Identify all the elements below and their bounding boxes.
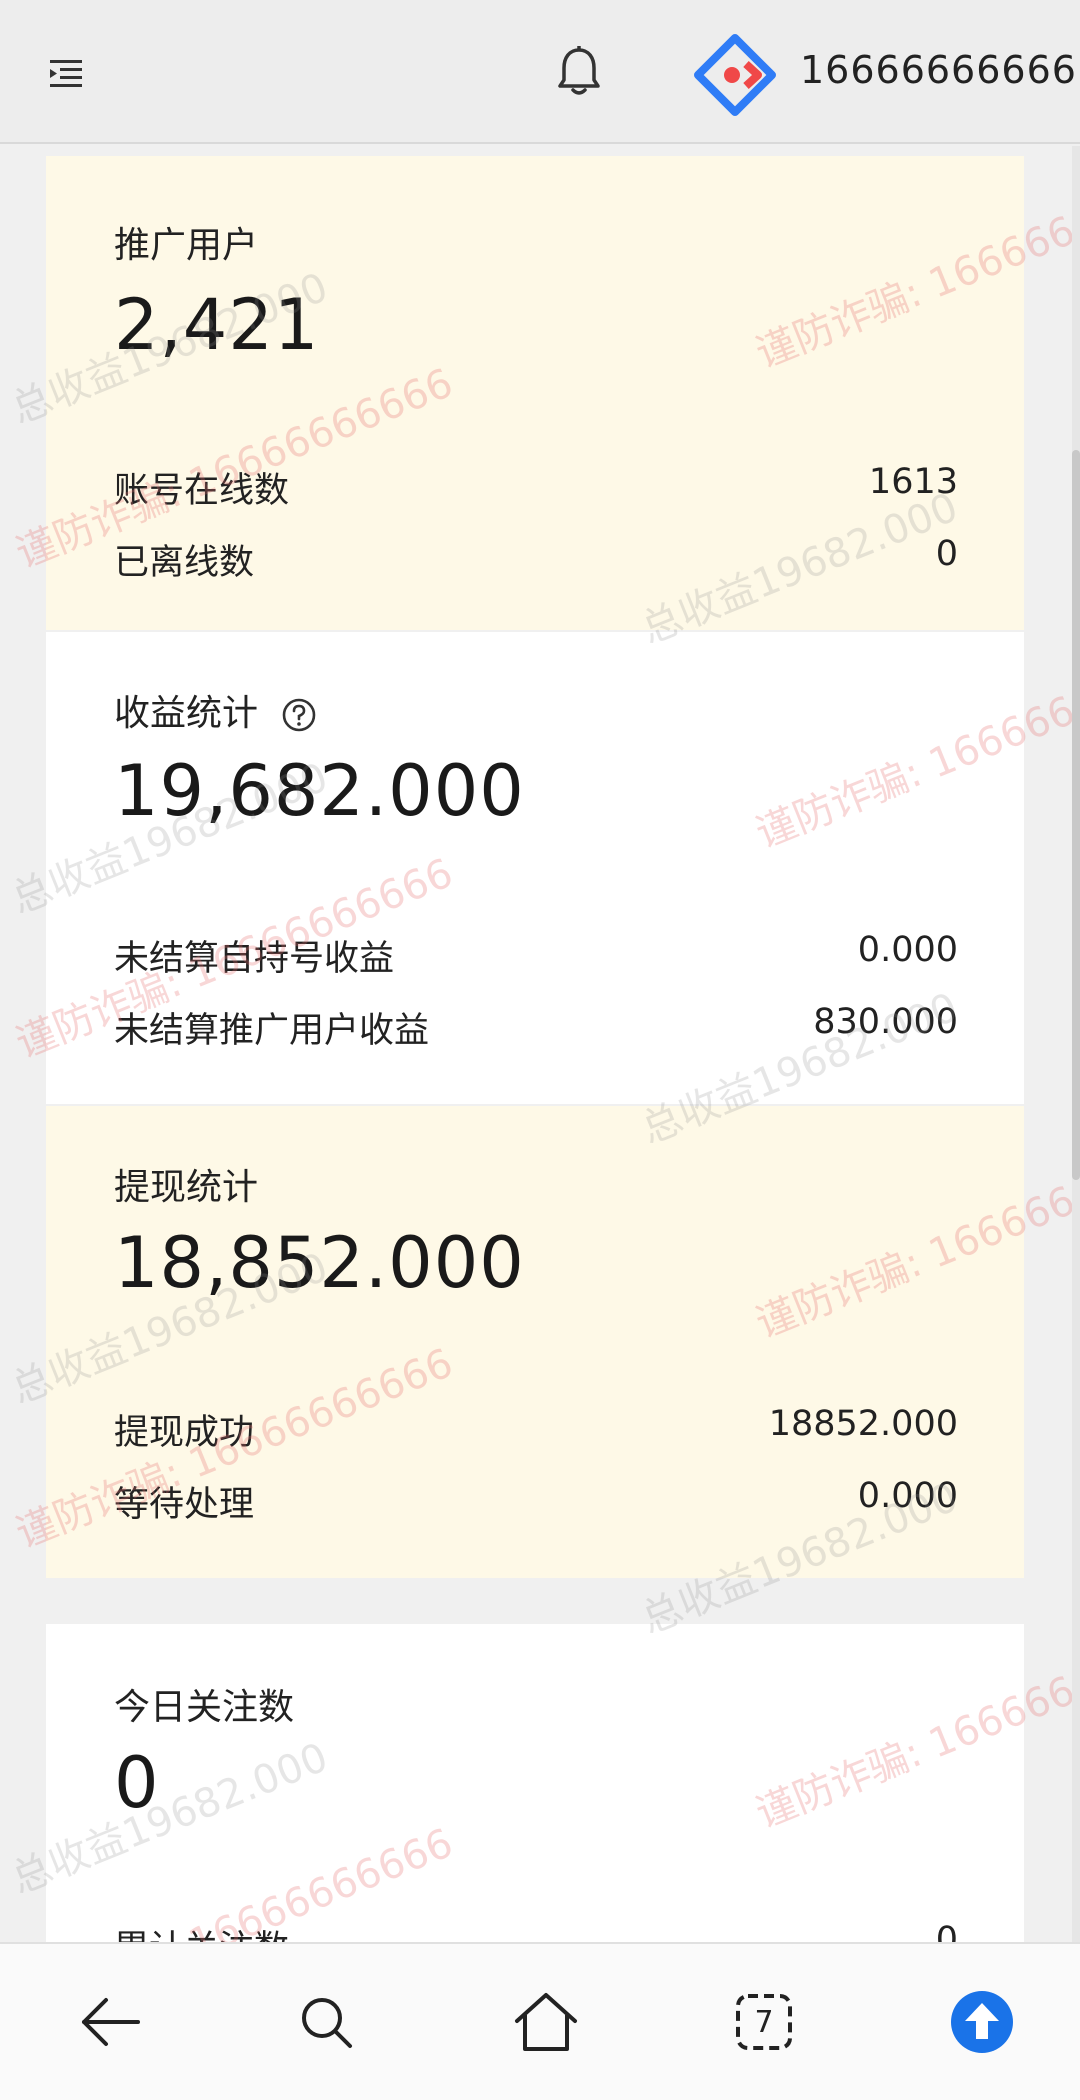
card-title: 推广用户	[114, 225, 259, 266]
stat-row: 等待处理 0.000	[114, 1476, 958, 1527]
dashboard-content: 推广用户 2,421 账号在线数 1613 已离线数 0 收益统计 19,682…	[0, 146, 1080, 1942]
stat-row: 累计关注数 0	[114, 1920, 958, 1942]
back-button[interactable]	[70, 1982, 150, 2062]
income-stats-card: 收益统计 19,682.000 未结算自持号收益 0.000 未结算推广用户收益…	[46, 632, 1024, 1104]
row-value: 0	[935, 534, 958, 574]
row-label: 累计关注数	[114, 1920, 289, 1942]
stat-row: 提现成功 18852.000	[114, 1404, 958, 1455]
tabs-button[interactable]: 7	[724, 1982, 804, 2062]
stat-row: 未结算自持号收益 0.000	[114, 930, 958, 981]
back-arrow-icon	[82, 1998, 140, 2046]
row-label: 已离线数	[114, 543, 255, 583]
card-value: 19,682.000	[114, 750, 525, 832]
card-value: 18,852.000	[114, 1222, 525, 1304]
follow-today-card: 今日关注数 0 累计关注数 0	[46, 1624, 1024, 1942]
row-value: 1613	[868, 462, 958, 502]
bell-icon[interactable]	[554, 44, 604, 98]
card-title: 今日关注数	[114, 1687, 295, 1728]
home-button[interactable]	[506, 1982, 586, 2062]
row-label: 等待处理	[114, 1485, 255, 1525]
row-label: 账号在线数	[114, 471, 290, 511]
row-label: 提现成功	[114, 1413, 255, 1453]
account-number: 16666666666	[800, 48, 1077, 92]
search-button[interactable]	[286, 1982, 366, 2062]
upload-button[interactable]	[942, 1982, 1022, 2062]
stat-row: 账号在线数 1613	[114, 462, 958, 513]
row-value: 0.000	[857, 1476, 958, 1516]
card-title: 提现统计	[114, 1167, 259, 1208]
row-label: 未结算自持号收益	[114, 939, 395, 979]
browser-bottom-nav: 7	[0, 1942, 1080, 2100]
tabs-count: 7	[754, 2004, 774, 2040]
menu-fold-icon[interactable]	[46, 56, 86, 92]
card-value: 0	[114, 1742, 160, 1824]
card-title-text: 收益统计	[114, 693, 259, 734]
row-value: 0.000	[857, 930, 958, 970]
withdraw-stats-card: 提现统计 18,852.000 提现成功 18852.000 等待处理 0.00…	[46, 1106, 1024, 1578]
row-label: 未结算推广用户收益	[114, 1011, 430, 1051]
card-title: 收益统计	[114, 684, 317, 736]
question-circle-icon[interactable]	[281, 697, 317, 733]
row-value: 830.000	[813, 1002, 958, 1042]
stat-row: 已离线数 0	[114, 534, 958, 585]
home-icon	[515, 1993, 577, 2051]
upload-icon	[951, 1991, 1013, 2053]
row-value: 0	[935, 1920, 958, 1942]
row-value: 18852.000	[768, 1404, 958, 1444]
promo-users-card: 推广用户 2,421 账号在线数 1613 已离线数 0	[46, 156, 1024, 630]
scrollbar-thumb[interactable]	[1072, 450, 1080, 1180]
stat-row: 未结算推广用户收益 830.000	[114, 1002, 958, 1053]
card-value: 2,421	[114, 284, 320, 366]
logo-icon	[694, 34, 776, 116]
top-bar: 16666666666	[0, 0, 1080, 144]
search-icon	[302, 1998, 352, 2048]
